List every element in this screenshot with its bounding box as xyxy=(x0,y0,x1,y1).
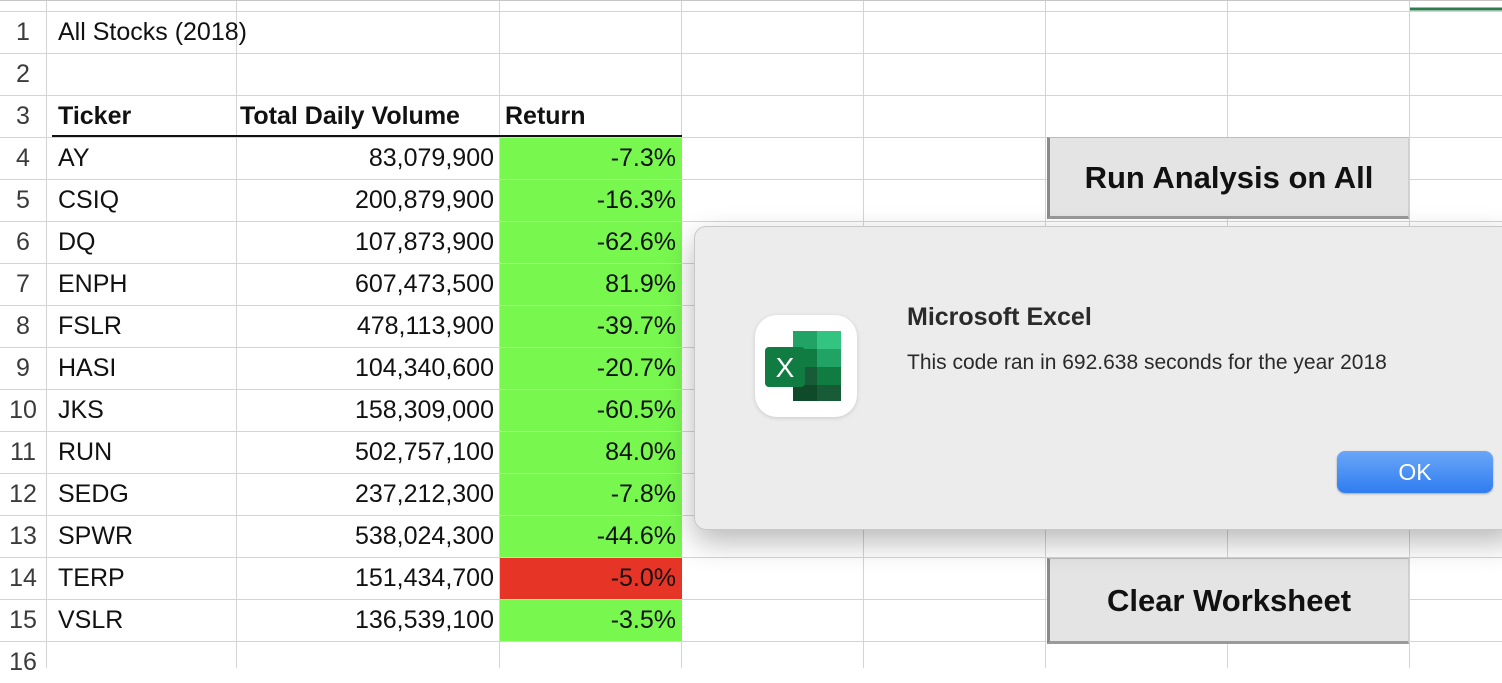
ticker-cell[interactable]: FSLR xyxy=(58,305,122,347)
row-header[interactable]: 13 xyxy=(0,515,46,557)
return-cell[interactable]: -20.7% xyxy=(500,347,682,389)
ticker-cell[interactable]: CSIQ xyxy=(58,179,119,221)
return-cell[interactable]: -7.8% xyxy=(500,473,682,515)
dialog-title: Microsoft Excel xyxy=(907,303,1092,331)
volume-cell[interactable]: 107,873,900 xyxy=(236,221,494,263)
volume-cell[interactable]: 83,079,900 xyxy=(236,137,494,179)
ticker-cell[interactable]: AY xyxy=(58,137,90,179)
volume-cell[interactable]: 104,340,600 xyxy=(236,347,494,389)
volume-cell[interactable]: 538,024,300 xyxy=(236,515,494,557)
ticker-cell[interactable]: SEDG xyxy=(58,473,129,515)
row-header[interactable]: 7 xyxy=(0,263,46,305)
volume-cell[interactable]: 607,473,500 xyxy=(236,263,494,305)
ticker-cell[interactable]: HASI xyxy=(58,347,116,389)
return-cell[interactable]: -62.6% xyxy=(500,221,682,263)
excel-icon: X xyxy=(755,315,857,417)
ticker-cell[interactable]: DQ xyxy=(58,221,96,263)
volume-cell[interactable]: 502,757,100 xyxy=(236,431,494,473)
return-cell[interactable]: -44.6% xyxy=(500,515,682,557)
ticker-cell[interactable]: RUN xyxy=(58,431,112,473)
return-cell[interactable]: -5.0% xyxy=(500,557,682,599)
ok-button[interactable]: OK xyxy=(1337,451,1493,493)
return-cell[interactable]: -7.3% xyxy=(500,137,682,179)
dialog-message: This code ran in 692.638 seconds for the… xyxy=(907,351,1387,374)
return-cell[interactable]: 81.9% xyxy=(500,263,682,305)
clear-worksheet-button[interactable]: Clear Worksheet xyxy=(1047,558,1409,644)
return-cell[interactable]: -60.5% xyxy=(500,389,682,431)
row-header[interactable]: 9 xyxy=(0,347,46,389)
row-header[interactable]: 2 xyxy=(0,53,46,95)
return-cell[interactable]: 84.0% xyxy=(500,431,682,473)
volume-cell[interactable]: 151,434,700 xyxy=(236,557,494,599)
ticker-cell[interactable]: JKS xyxy=(58,389,104,431)
row-header[interactable]: 8 xyxy=(0,305,46,347)
run-analysis-on-all-button[interactable]: Run Analysis on All xyxy=(1047,137,1409,219)
sheet-title-cell[interactable]: All Stocks (2018) xyxy=(58,11,247,53)
row-header[interactable]: 11 xyxy=(0,431,46,473)
return-cell[interactable]: -16.3% xyxy=(500,179,682,221)
row-header[interactable]: 6 xyxy=(0,221,46,263)
volume-cell[interactable]: 478,113,900 xyxy=(236,305,494,347)
header-return-cell[interactable]: Return xyxy=(505,95,586,137)
ticker-cell[interactable]: TERP xyxy=(58,557,125,599)
row-header[interactable]: 16 xyxy=(0,641,46,683)
row-header[interactable]: 4 xyxy=(0,137,46,179)
return-cell[interactable]: -39.7% xyxy=(500,305,682,347)
row-header[interactable]: 15 xyxy=(0,599,46,641)
row-header[interactable]: 5 xyxy=(0,179,46,221)
volume-cell[interactable]: 200,879,900 xyxy=(236,179,494,221)
return-cell[interactable]: -3.5% xyxy=(500,599,682,641)
volume-cell[interactable]: 158,309,000 xyxy=(236,389,494,431)
svg-text:X: X xyxy=(776,352,795,383)
header-ticker-cell[interactable]: Ticker xyxy=(58,95,131,137)
ticker-cell[interactable]: ENPH xyxy=(58,263,127,305)
volume-cell[interactable]: 136,539,100 xyxy=(236,599,494,641)
alert-dialog: X Microsoft Excel This code ran in 692.6… xyxy=(694,226,1502,530)
row-header[interactable]: 10 xyxy=(0,389,46,431)
row-header[interactable]: 1 xyxy=(0,11,46,53)
volume-cell[interactable]: 237,212,300 xyxy=(236,473,494,515)
ticker-cell[interactable]: SPWR xyxy=(58,515,133,557)
row-header[interactable]: 14 xyxy=(0,557,46,599)
header-volume-cell[interactable]: Total Daily Volume xyxy=(240,95,460,137)
row-header[interactable]: 12 xyxy=(0,473,46,515)
row-header[interactable]: 3 xyxy=(0,95,46,137)
ticker-cell[interactable]: VSLR xyxy=(58,599,123,641)
